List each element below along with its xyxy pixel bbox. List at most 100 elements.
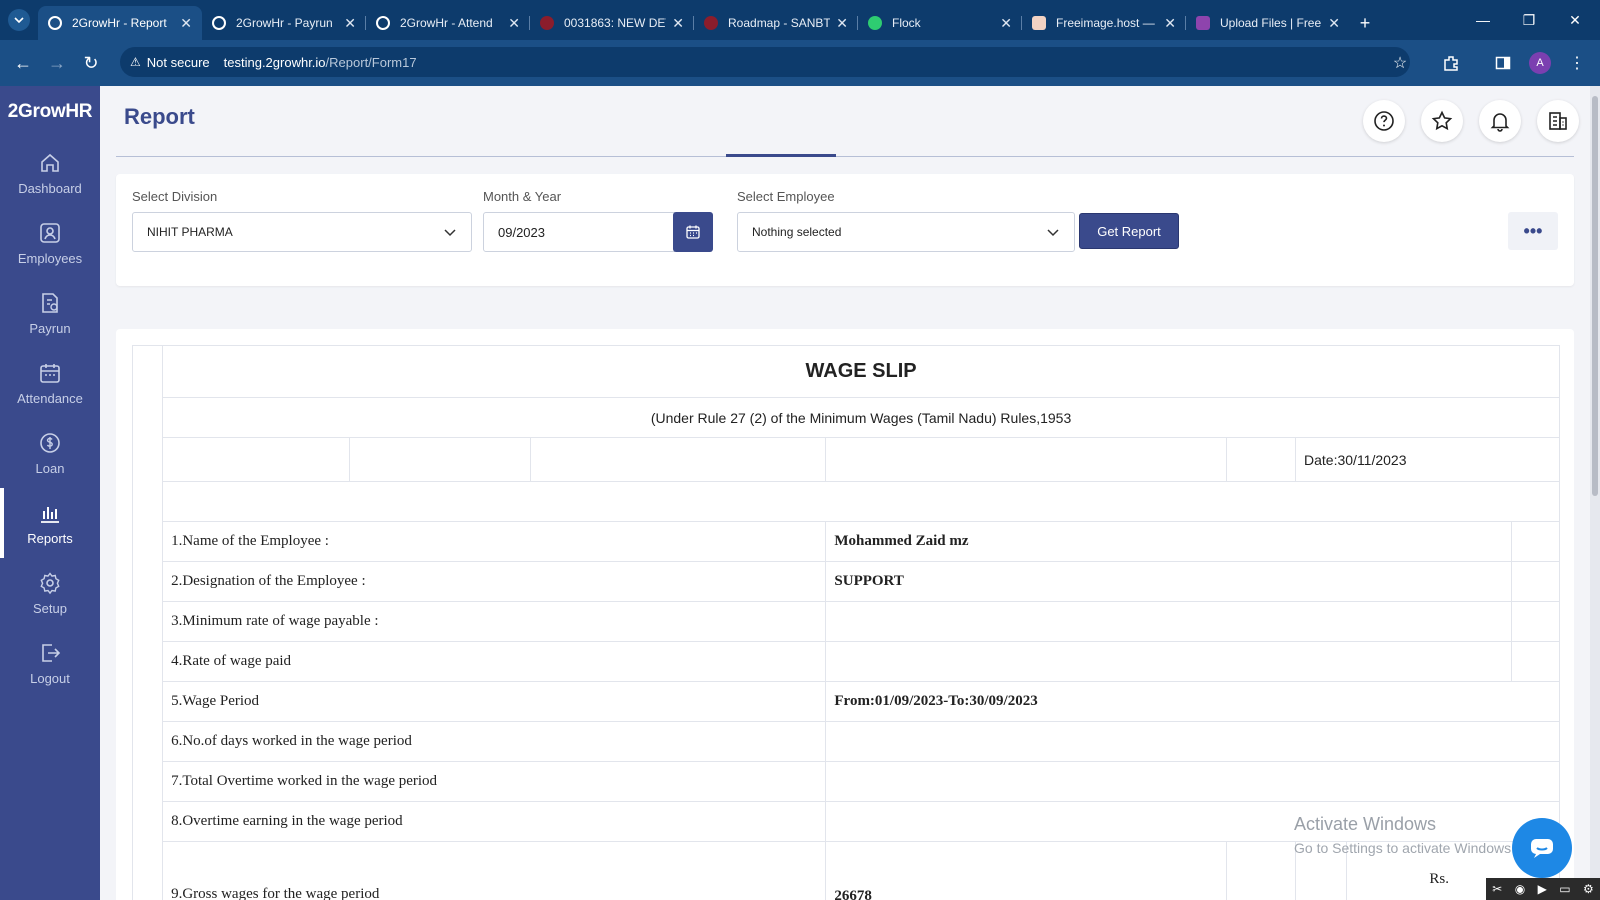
camera-icon[interactable]: ◉ <box>1515 882 1525 896</box>
close-tab-icon[interactable]: ✕ <box>344 15 356 32</box>
url-path: /Report/Form17 <box>325 54 417 70</box>
favorites-button[interactable] <box>1421 100 1463 142</box>
browser-tab[interactable]: 2GrowHr - Report ✕ <box>38 6 202 40</box>
browser-tab[interactable]: Upload Files | Free ✕ <box>1186 6 1350 40</box>
sidebar-item-label: Reports <box>27 530 73 546</box>
new-tab-button[interactable]: + <box>1350 6 1380 40</box>
scrollbar-thumb[interactable] <box>1592 96 1598 496</box>
sidebar-item-label: Dashboard <box>18 180 82 196</box>
close-tab-icon[interactable]: ✕ <box>836 15 848 32</box>
division-label: Select Division <box>132 189 218 204</box>
sidebar-item-setup[interactable]: Setup <box>0 558 100 628</box>
row-label: 1.Name of the Employee : <box>162 521 827 562</box>
tab-title: 0031863: NEW DEV <box>564 16 667 30</box>
month-year-input[interactable]: 09/2023 <box>483 212 675 252</box>
favicon-icon <box>1196 16 1210 30</box>
gross-value: 26678 <box>825 841 1227 900</box>
sidebar-item-label: Logout <box>30 670 70 686</box>
restore-icon[interactable]: ❐ <box>1506 0 1552 40</box>
tab-search-button[interactable] <box>0 0 38 40</box>
side-panel-icon[interactable] <box>1488 48 1518 78</box>
row-label: 2.Designation of the Employee : <box>162 561 827 602</box>
help-button[interactable] <box>1363 100 1405 142</box>
video-icon[interactable]: ▶ <box>1538 882 1547 896</box>
tab-title: 2GrowHr - Report <box>72 16 167 30</box>
payroll-icon <box>42 292 58 313</box>
calendar-picker-button[interactable] <box>673 212 713 252</box>
favicon-icon <box>1032 16 1046 30</box>
sidebar-item-dashboard[interactable]: Dashboard <box>0 138 100 208</box>
close-tab-icon[interactable]: ✕ <box>672 15 684 32</box>
row-value <box>825 801 1560 842</box>
url-domain: testing.2growhr.io <box>223 54 326 70</box>
report-date: Date:30/11/2023 <box>1295 437 1560 482</box>
month-year-value: 09/2023 <box>498 224 545 240</box>
sidebar-item-logout[interactable]: Logout <box>0 628 100 698</box>
tab-title: Freeimage.host — <box>1056 16 1155 30</box>
sidebar-item-loan[interactable]: Loan <box>0 418 100 488</box>
chat-widget-button[interactable] <box>1512 818 1572 878</box>
month-year-label: Month & Year <box>483 189 562 204</box>
notifications-button[interactable] <box>1479 100 1521 142</box>
forward-arrow-icon[interactable]: → <box>40 46 74 80</box>
close-tab-icon[interactable]: ✕ <box>180 15 192 32</box>
app-logo[interactable]: 2GrowHR <box>0 86 100 138</box>
page-title: Report <box>124 104 195 129</box>
header-divider <box>116 156 1574 157</box>
close-tab-icon[interactable]: ✕ <box>508 15 520 32</box>
browser-tab[interactable]: 2GrowHr - Payrun ✕ <box>202 6 366 40</box>
close-tab-icon[interactable]: ✕ <box>1328 15 1340 32</box>
settings-icon[interactable]: ⚙ <box>1583 882 1594 896</box>
row-value <box>825 601 1512 642</box>
filter-panel: Select Division NIHIT PHARMA Month & Yea… <box>116 174 1574 286</box>
profile-avatar[interactable]: A <box>1529 52 1551 74</box>
loan-icon <box>40 432 60 453</box>
sidebar-item-payrun[interactable]: Payrun <box>0 278 100 348</box>
chat-bubble-icon <box>1531 839 1553 858</box>
back-arrow-icon[interactable]: ← <box>6 46 40 80</box>
kebab-menu-icon[interactable]: ⋮ <box>1562 48 1592 78</box>
browser-tab-strip: 2GrowHr - Report ✕ 2GrowHr - Payrun ✕ 2G… <box>0 0 1600 40</box>
favicon-icon <box>704 16 718 30</box>
tab-title: Roadmap - SANBT <box>728 16 831 30</box>
window-icon[interactable]: ▭ <box>1559 882 1570 896</box>
close-tab-icon[interactable]: ✕ <box>1000 15 1012 32</box>
browser-tab[interactable]: 2GrowHr - Attend ✕ <box>366 6 530 40</box>
more-options-button[interactable]: ••• <box>1508 212 1558 250</box>
sidebar-item-attendance[interactable]: Attendance <box>0 348 100 418</box>
help-icon <box>1374 111 1394 131</box>
sidebar-item-label: Attendance <box>17 390 83 406</box>
bell-icon <box>1490 113 1510 132</box>
snip-icon[interactable]: ✂ <box>1492 882 1502 896</box>
bookmark-star-icon[interactable]: ☆ <box>1385 48 1415 78</box>
sidebar-item-reports[interactable]: Reports <box>0 488 100 558</box>
division-select[interactable]: NIHIT PHARMA <box>132 212 472 252</box>
row-label: 4.Rate of wage paid <box>162 641 827 682</box>
employee-label: Select Employee <box>737 189 835 204</box>
company-button[interactable] <box>1537 100 1579 142</box>
browser-tab[interactable]: Roadmap - SANBT ✕ <box>694 6 858 40</box>
row-value: SUPPORT <box>825 561 1512 602</box>
extensions-icon[interactable] <box>1436 48 1466 78</box>
reload-icon[interactable]: ↻ <box>74 46 108 80</box>
sidebar-item-label: Loan <box>35 460 65 476</box>
security-label[interactable]: Not secure <box>147 55 210 70</box>
sidebar-item-employees[interactable]: Employees <box>0 208 100 278</box>
minimize-icon[interactable]: — <box>1460 0 1506 40</box>
close-window-icon[interactable]: ✕ <box>1552 0 1598 40</box>
browser-tab[interactable]: 0031863: NEW DEV ✕ <box>530 6 694 40</box>
favicon-icon <box>868 16 882 30</box>
row-label: 7.Total Overtime worked in the wage peri… <box>162 761 827 802</box>
user-icon <box>40 222 60 243</box>
browser-tab[interactable]: Flock ✕ <box>858 6 1022 40</box>
home-icon <box>41 153 59 172</box>
get-report-button[interactable]: Get Report <box>1079 213 1179 249</box>
employee-select[interactable]: Nothing selected <box>737 212 1075 252</box>
browser-tab[interactable]: Freeimage.host — ✕ <box>1022 6 1186 40</box>
address-bar[interactable]: ⚠ Not secure testing.2growhr.io/Report/F… <box>120 47 1410 77</box>
calendar-icon <box>686 225 700 239</box>
close-tab-icon[interactable]: ✕ <box>1164 15 1176 32</box>
browser-toolbar: ← → ↻ ⚠ Not secure testing.2growhr.io/Re… <box>0 40 1600 86</box>
employee-value: Nothing selected <box>752 225 842 239</box>
windows-activation-subtitle: Go to Settings to activate Windows. <box>1294 840 1515 856</box>
